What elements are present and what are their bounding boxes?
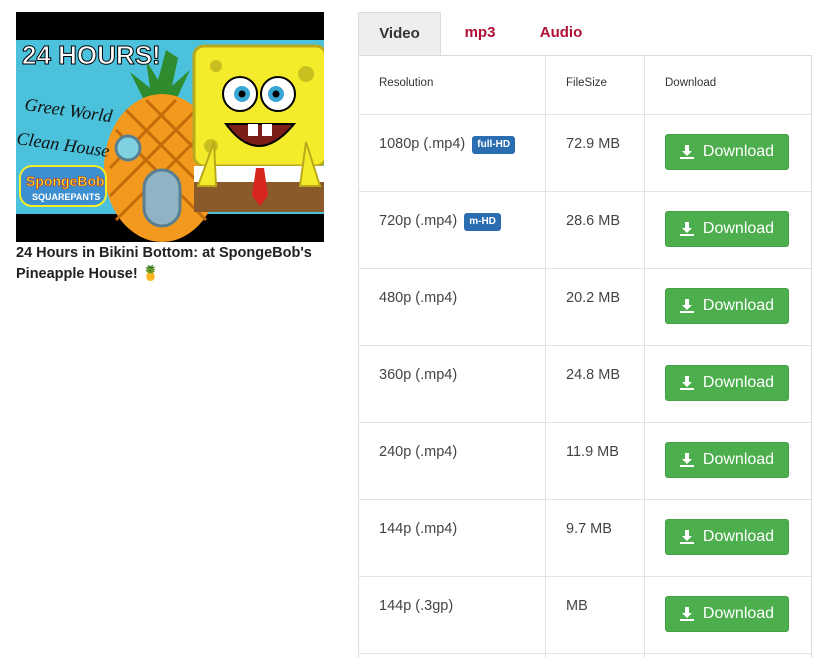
tab-mp3[interactable]: mp3 [450,12,510,56]
download-button[interactable]: Download [665,365,789,401]
header-download: Download [665,77,717,89]
resolution-label: 1080p (.mp4) [379,136,466,152]
download-arrow-icon [679,453,694,467]
format-tabs: Video mp3 Audio [358,12,812,56]
download-button-label: Download [702,374,775,391]
resolution-cell: 480p (.mp4) [379,290,457,306]
filesize-cell: 24.8 MB [566,367,620,383]
header-filesize: FileSize [566,77,607,89]
download-button-label: Download [702,451,775,468]
download-button-label: Download [702,220,775,237]
resolution-cell: 144p (.mp4) [379,521,457,537]
filesize-cell: 20.2 MB [566,290,620,306]
download-arrow-icon [679,530,694,544]
resolution-cell: 720p (.mp4) m-HD [379,213,501,231]
thumbnail-logo-bottom: SQUAREPANTS [32,192,100,202]
thumbnail-logo-top: SpongeBob [26,173,105,189]
download-arrow-icon [679,145,694,159]
download-arrow-icon [679,222,694,236]
video-thumbnail[interactable]: 24 HOURS! Greet World Clean House Sponge… [16,12,324,242]
quality-badge: m-HD [464,213,501,231]
resolution-cell: 144p (.3gp) [379,598,453,614]
quality-badge: full-HD [472,136,516,154]
filesize-cell: 9.7 MB [566,521,612,537]
resolution-label: 360p (.mp4) [379,367,458,383]
download-button-label: Download [702,605,775,622]
resolution-cell: 1080p (.mp4) full-HD [379,136,516,154]
download-button-label: Download [702,528,775,545]
filesize-cell: 11.9 MB [566,444,619,460]
header-resolution: Resolution [379,77,434,89]
download-button[interactable]: Download [665,134,789,170]
download-button[interactable]: Download [665,211,789,247]
download-button[interactable]: Download [665,288,789,324]
resolution-label: 144p (.mp4) [379,521,458,537]
download-button-label: Download [702,297,775,314]
filesize-cell: 72.9 MB [566,136,620,152]
tab-audio[interactable]: Audio [526,12,596,56]
download-panel: Video mp3 Audio Resolution FileSize Down… [358,12,812,658]
resolution-label: 480p (.mp4) [379,290,458,306]
download-button[interactable]: Download [665,596,789,632]
thumbnail-banner-text: 24 HOURS! [22,40,161,70]
download-arrow-icon [679,299,694,313]
filesize-cell: 28.6 MB [566,213,620,229]
download-button[interactable]: Download [665,442,789,478]
resolution-label: 720p (.mp4) [379,213,458,229]
download-table: Resolution FileSize Download 1080p (.mp4… [358,55,812,658]
spongebob-thumbnail-image: 24 HOURS! Greet World Clean House Sponge… [16,12,324,242]
download-button[interactable]: Download [665,519,789,555]
tab-video[interactable]: Video [358,12,441,56]
resolution-label: 144p (.3gp) [379,598,454,614]
filesize-cell: MB [566,598,588,614]
resolution-cell: 360p (.mp4) [379,367,457,383]
resolution-cell: 240p (.mp4) [379,444,457,460]
download-arrow-icon [679,607,694,621]
download-arrow-icon [679,376,694,390]
download-button-label: Download [702,143,775,160]
resolution-label: 240p (.mp4) [379,444,458,460]
video-title: 24 Hours in Bikini Bottom: at SpongeBob'… [16,245,312,282]
